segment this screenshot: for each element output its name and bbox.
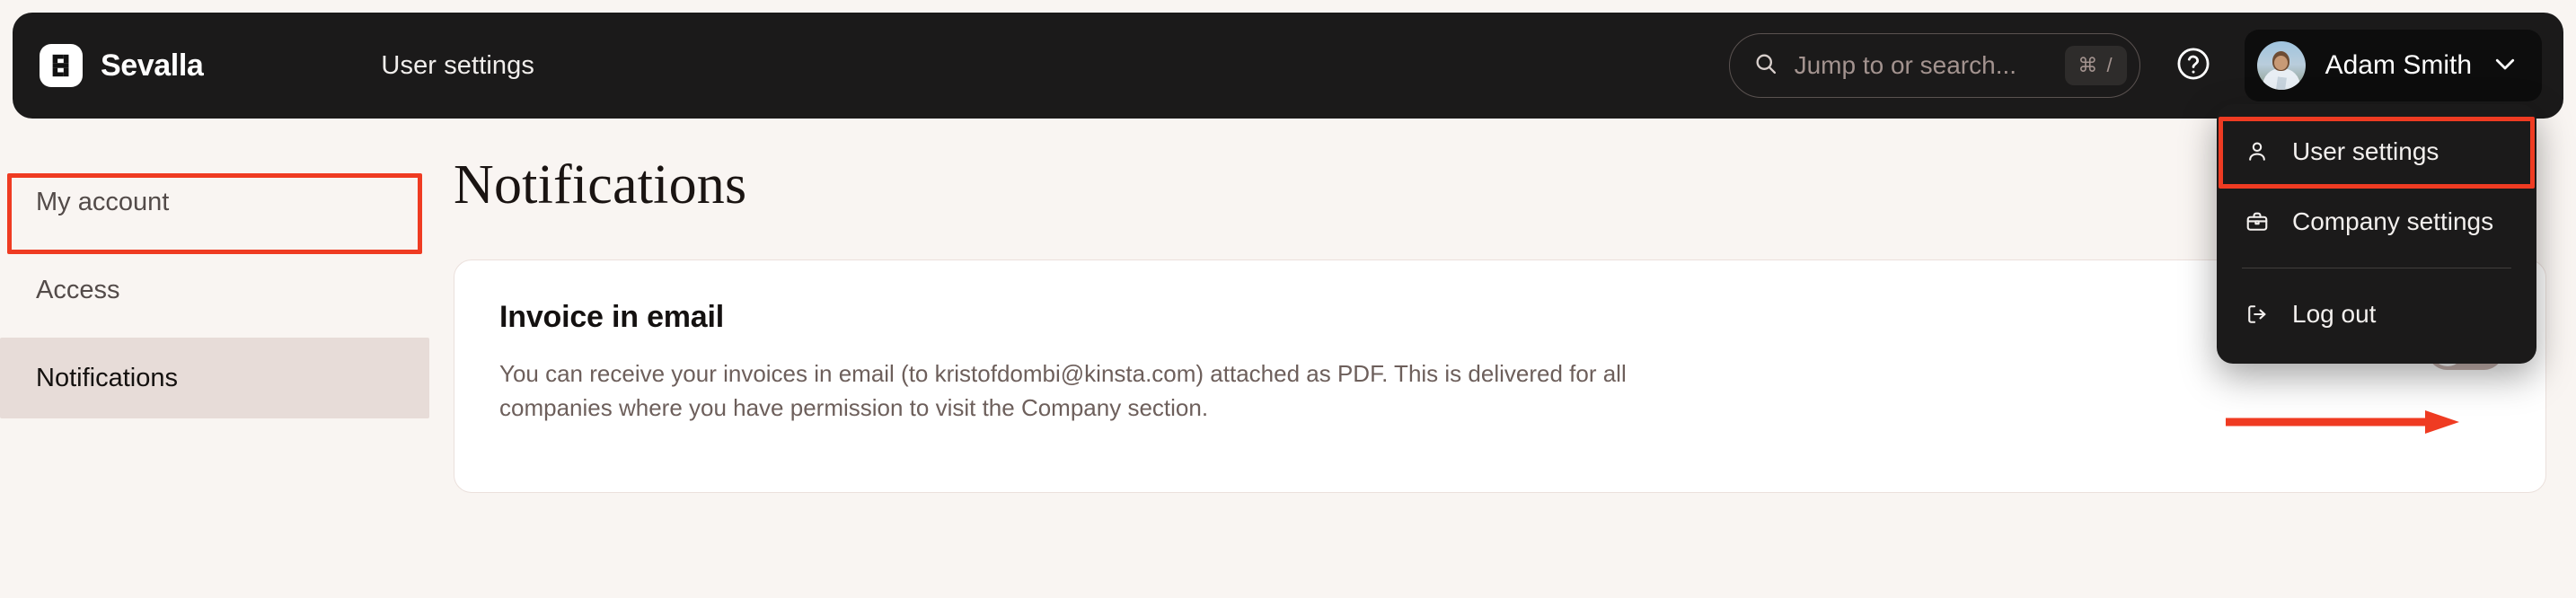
sevalla-s-logo-icon bbox=[40, 44, 83, 87]
card-description: You can receive your invoices in email (… bbox=[499, 360, 1627, 422]
user-dropdown-menu: User settings Company settings Log out bbox=[2217, 104, 2536, 364]
topbar-right-cluster: Jump to or search... ⌘ / Adam Smith bbox=[1728, 30, 2563, 101]
menu-item-company-settings[interactable]: Company settings bbox=[2217, 187, 2536, 257]
search-shortcut-badge: ⌘ / bbox=[2065, 46, 2127, 85]
search-input[interactable]: Jump to or search... ⌘ / bbox=[1728, 33, 2140, 98]
sidebar-item-label: Access bbox=[36, 275, 120, 304]
sidebar-item-label: Notifications bbox=[36, 363, 178, 392]
person-icon bbox=[2244, 138, 2271, 165]
question-circle-icon bbox=[2175, 45, 2212, 87]
menu-item-label: User settings bbox=[2292, 137, 2439, 165]
help-button[interactable] bbox=[2173, 45, 2214, 86]
top-navigation-bar: Sevalla User settings Jump to or search.… bbox=[13, 13, 2563, 119]
card-text-block: Invoice in email You can receive your in… bbox=[499, 300, 2495, 426]
brand-logo-link[interactable]: Sevalla bbox=[40, 44, 204, 87]
search-placeholder-text: Jump to or search... bbox=[1794, 51, 2017, 79]
settings-sidebar: My account Access Notifications bbox=[0, 162, 429, 418]
user-avatar-photo bbox=[2256, 41, 2306, 90]
sidebar-item-notifications[interactable]: Notifications bbox=[0, 338, 429, 418]
menu-item-label: Log out bbox=[2292, 300, 2377, 328]
chevron-down-icon bbox=[2492, 50, 2519, 82]
logout-icon bbox=[2244, 301, 2271, 328]
menu-item-log-out[interactable]: Log out bbox=[2217, 279, 2536, 349]
card-title: Invoice in email bbox=[499, 300, 725, 334]
sidebar-item-label: My account bbox=[36, 187, 170, 216]
search-icon bbox=[1753, 51, 1778, 81]
brand-name: Sevalla bbox=[101, 48, 204, 83]
menu-item-user-settings[interactable]: User settings bbox=[2217, 117, 2536, 187]
sidebar-item-my-account[interactable]: My account bbox=[0, 162, 429, 242]
menu-item-label: Company settings bbox=[2292, 207, 2494, 235]
sidebar-item-access[interactable]: Access bbox=[0, 250, 429, 330]
user-menu-button[interactable]: Adam Smith bbox=[2244, 30, 2542, 101]
briefcase-icon bbox=[2244, 208, 2271, 235]
user-name-label: Adam Smith bbox=[2325, 50, 2472, 80]
breadcrumb-page-title: User settings bbox=[381, 50, 534, 80]
